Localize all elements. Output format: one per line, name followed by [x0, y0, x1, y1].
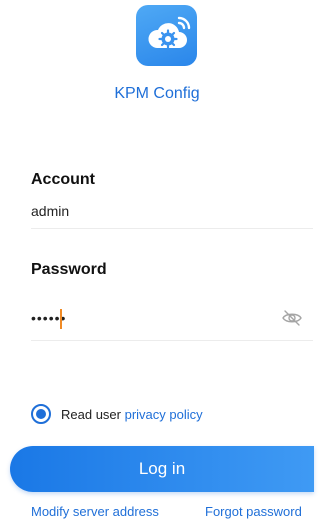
app-name: KPM Config: [114, 85, 200, 102]
login-screen: KPM Config Account admin Password ••••••…: [0, 0, 314, 523]
privacy-text: Read user: [61, 407, 125, 422]
account-input[interactable]: admin: [31, 203, 69, 219]
privacy-policy-link[interactable]: privacy policy: [125, 407, 203, 422]
privacy-agreement: Read user privacy policy: [61, 407, 203, 422]
privacy-agree-radio[interactable]: [31, 404, 51, 424]
account-label: Account: [31, 171, 95, 188]
text-cursor: [60, 309, 62, 329]
modify-server-address-link[interactable]: Modify server address: [31, 504, 159, 519]
password-divider: [31, 340, 313, 341]
password-label: Password: [31, 261, 107, 278]
eye-slash-icon[interactable]: [282, 310, 302, 326]
app-logo-icon: [136, 5, 197, 66]
account-divider: [31, 228, 313, 229]
login-button[interactable]: Log in: [10, 446, 314, 492]
forgot-password-link[interactable]: Forgot password: [205, 504, 302, 519]
